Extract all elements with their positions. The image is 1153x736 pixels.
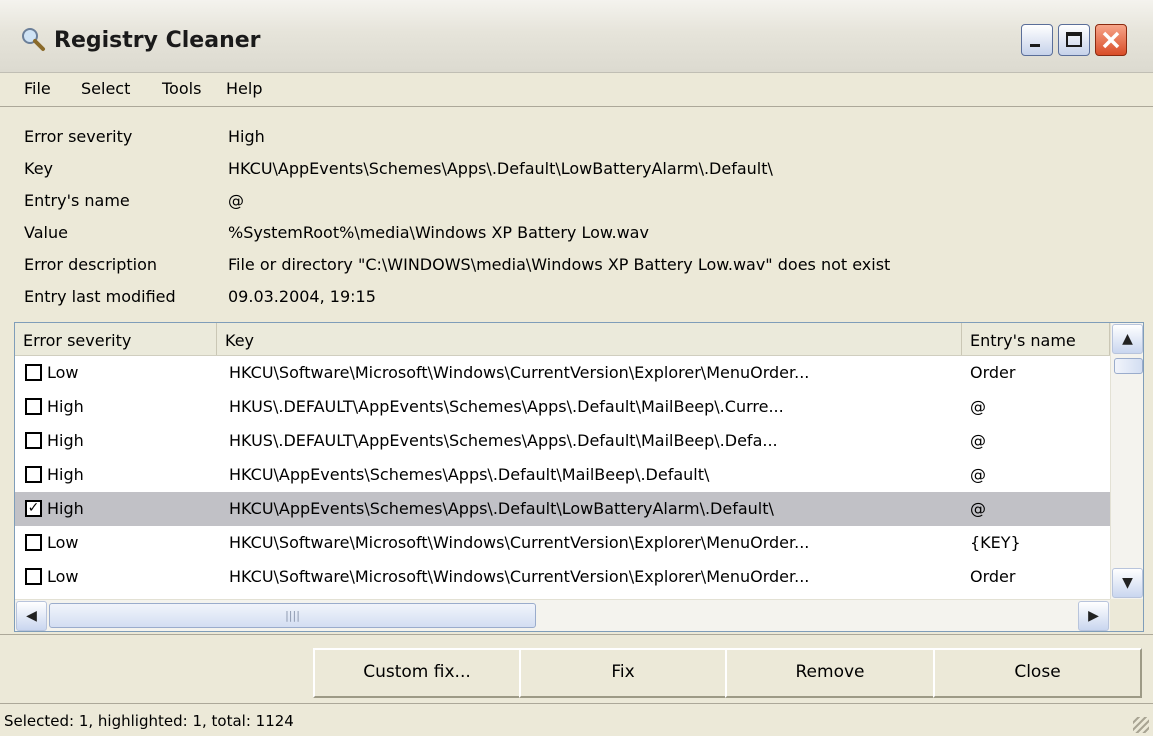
- table-row[interactable]: Low HKCU\Software\Microsoft\Windows\Curr…: [15, 560, 1110, 594]
- row-checkbox[interactable]: [25, 398, 42, 415]
- row-key: HKCU\AppEvents\Schemes\Apps\.Default\Low…: [229, 499, 774, 518]
- close-icon: [1102, 31, 1120, 49]
- row-entry-name: @: [970, 465, 986, 484]
- scroll-left-button[interactable]: ◀: [16, 601, 47, 631]
- row-key: HKUS\.DEFAULT\AppEvents\Schemes\Apps\.De…: [229, 397, 784, 416]
- errors-list-view[interactable]: Error severity Key Entry's name Low HKCU…: [14, 322, 1144, 632]
- remove-button[interactable]: Remove: [725, 648, 935, 698]
- table-row[interactable]: Low HKCU\Software\Microsoft\Windows\Curr…: [15, 356, 1110, 390]
- table-row[interactable]: High HKCU\AppEvents\Schemes\Apps\.Defaul…: [15, 458, 1110, 492]
- row-entry-name: Order: [970, 363, 1016, 382]
- chevron-up-icon: ▲: [1122, 331, 1133, 347]
- horizontal-scroll-thumb[interactable]: ||||: [49, 603, 536, 628]
- row-severity: High: [47, 397, 84, 416]
- row-key: HKUS\.DEFAULT\AppEvents\Schemes\Apps\.De…: [229, 431, 778, 450]
- row-checkbox[interactable]: [25, 568, 42, 585]
- detail-label-entry-name: Entry's name: [24, 191, 130, 210]
- row-severity: Low: [47, 567, 79, 586]
- table-row[interactable]: Low HKCU\Software\Microsoft\Windows\Curr…: [15, 526, 1110, 560]
- row-entry-name: @: [970, 397, 986, 416]
- minimize-button[interactable]: [1021, 24, 1053, 56]
- row-severity: High: [47, 465, 84, 484]
- column-header-severity[interactable]: Error severity: [15, 323, 217, 355]
- scroll-down-button[interactable]: ▼: [1112, 568, 1143, 598]
- fix-button[interactable]: Fix: [519, 648, 727, 698]
- error-details-panel: Error severity High Key HKCU\AppEvents\S…: [0, 107, 1153, 319]
- maximize-icon: [1066, 32, 1082, 47]
- status-bar: Selected: 1, highlighted: 1, total: 1124: [0, 703, 1153, 736]
- maximize-button[interactable]: [1058, 24, 1090, 56]
- scroll-up-button[interactable]: ▲: [1112, 324, 1143, 354]
- chevron-down-icon: ▼: [1122, 575, 1133, 591]
- column-header-key[interactable]: Key: [217, 323, 962, 355]
- detail-label-modified: Entry last modified: [24, 287, 176, 306]
- table-row[interactable]: High HKUS\.DEFAULT\AppEvents\Schemes\App…: [15, 390, 1110, 424]
- row-severity: High: [47, 431, 84, 450]
- detail-value-description: File or directory "C:\WINDOWS\media\Wind…: [228, 255, 891, 274]
- menu-file[interactable]: File: [24, 79, 51, 98]
- table-row[interactable]: ✓ High HKCU\AppEvents\Schemes\Apps\.Defa…: [15, 492, 1110, 526]
- detail-value-entry-name: @: [228, 191, 244, 210]
- menu-tools[interactable]: Tools: [162, 79, 201, 98]
- title-bar[interactable]: Registry Cleaner: [0, 0, 1153, 73]
- row-key: HKCU\Software\Microsoft\Windows\CurrentV…: [229, 363, 810, 382]
- horizontal-scrollbar[interactable]: ◀ |||| ▶: [15, 599, 1110, 631]
- detail-label-description: Error description: [24, 255, 158, 274]
- status-text: Selected: 1, highlighted: 1, total: 1124: [4, 712, 294, 730]
- column-header-entry-name[interactable]: Entry's name: [962, 323, 1110, 355]
- row-checkbox[interactable]: [25, 432, 42, 449]
- row-key: HKCU\Software\Microsoft\Windows\CurrentV…: [229, 533, 810, 552]
- row-severity: Low: [47, 533, 79, 552]
- row-entry-name: {KEY}: [970, 533, 1021, 552]
- row-entry-name: Order: [970, 567, 1016, 586]
- check-mark-icon: ✓: [27, 500, 40, 516]
- list-header: Error severity Key Entry's name: [15, 323, 1110, 356]
- menu-bar: File Select Tools Help: [0, 73, 1153, 107]
- registry-cleaner-window: Registry Cleaner File Select Tools Help …: [0, 0, 1153, 736]
- close-window-button[interactable]: [1095, 24, 1127, 56]
- row-severity: High: [47, 499, 84, 518]
- menu-help[interactable]: Help: [226, 79, 262, 98]
- scroll-right-button[interactable]: ▶: [1078, 601, 1109, 631]
- menu-select[interactable]: Select: [81, 79, 130, 98]
- magnifier-app-icon: [22, 28, 45, 51]
- row-severity: Low: [47, 363, 79, 382]
- vertical-scroll-thumb[interactable]: [1114, 358, 1143, 374]
- detail-label-value: Value: [24, 223, 68, 242]
- close-button[interactable]: Close: [933, 648, 1142, 698]
- detail-value-modified: 09.03.2004, 19:15: [228, 287, 376, 306]
- row-key: HKCU\AppEvents\Schemes\Apps\.Default\Mai…: [229, 465, 710, 484]
- detail-label-key: Key: [24, 159, 54, 178]
- vertical-scrollbar[interactable]: ▲ ▼: [1110, 323, 1143, 599]
- custom-fix-button[interactable]: Custom fix...: [313, 648, 521, 698]
- chevron-right-icon: ▶: [1088, 608, 1099, 624]
- resize-grip-icon[interactable]: [1133, 717, 1149, 733]
- window-title: Registry Cleaner: [54, 28, 261, 53]
- detail-value-severity: High: [228, 127, 265, 146]
- scroll-corner: [1110, 599, 1143, 631]
- grip-lines-icon: ||||: [285, 609, 300, 622]
- row-checkbox[interactable]: [25, 534, 42, 551]
- detail-label-severity: Error severity: [24, 127, 133, 146]
- row-entry-name: @: [970, 499, 986, 518]
- row-checkbox[interactable]: ✓: [25, 500, 42, 517]
- chevron-left-icon: ◀: [26, 608, 37, 624]
- row-key: HKCU\Software\Microsoft\Windows\CurrentV…: [229, 567, 810, 586]
- table-row[interactable]: High HKUS\.DEFAULT\AppEvents\Schemes\App…: [15, 424, 1110, 458]
- minimize-icon: [1030, 44, 1040, 47]
- row-checkbox[interactable]: [25, 466, 42, 483]
- detail-value-key: HKCU\AppEvents\Schemes\Apps\.Default\Low…: [228, 159, 773, 178]
- detail-value-value: %SystemRoot%\media\Windows XP Battery Lo…: [228, 223, 649, 242]
- action-buttons: Custom fix... Fix Remove Close: [0, 634, 1153, 703]
- row-entry-name: @: [970, 431, 986, 450]
- row-checkbox[interactable]: [25, 364, 42, 381]
